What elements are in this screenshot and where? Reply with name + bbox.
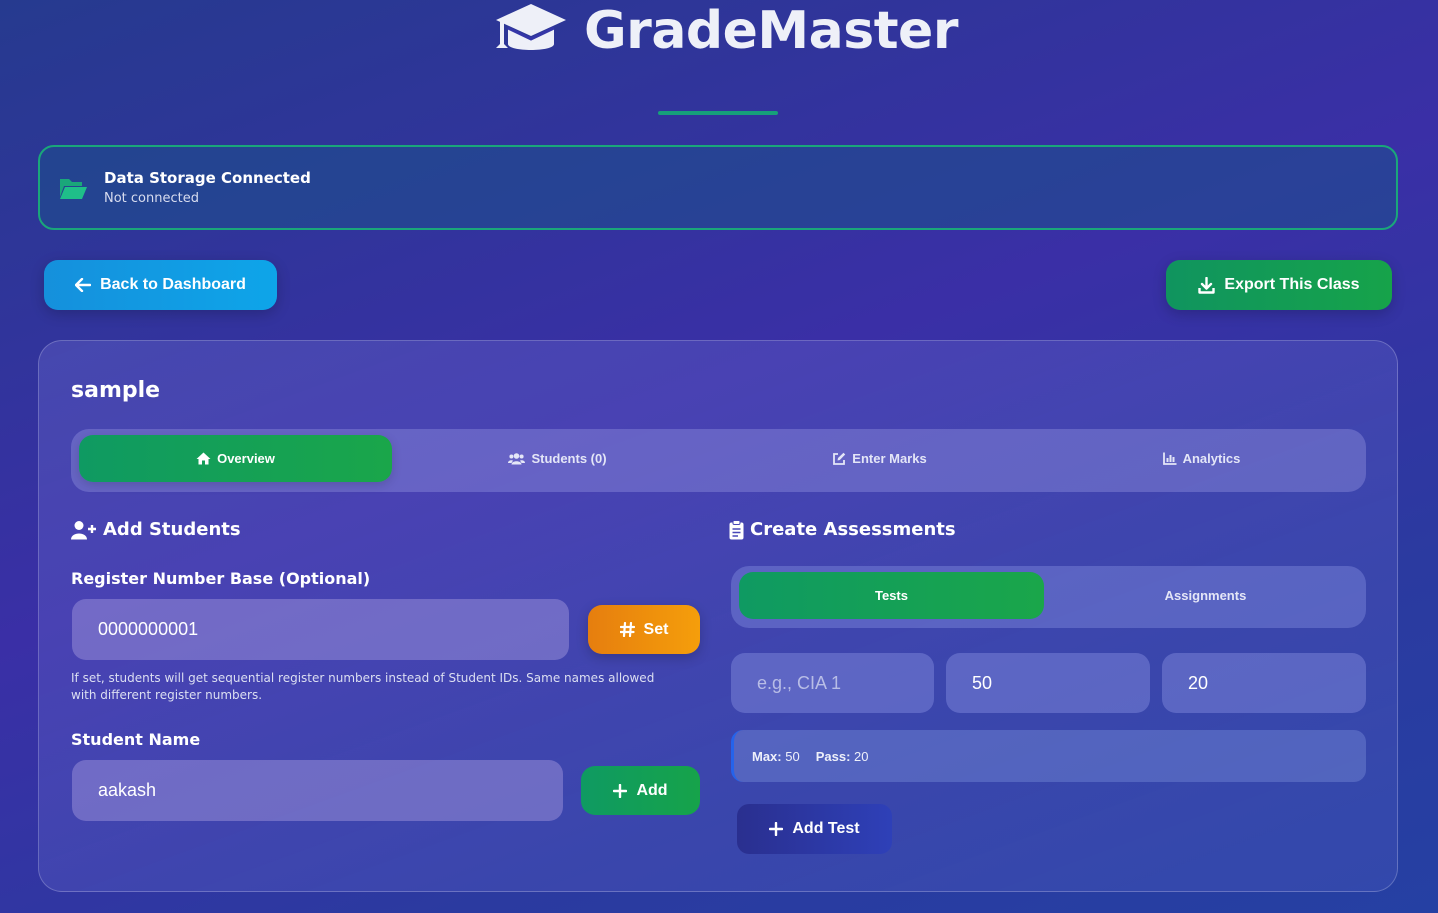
tab-label: Enter Marks <box>852 451 927 466</box>
chart-icon <box>1162 452 1177 465</box>
tab-students[interactable]: Students (0) <box>401 435 714 482</box>
add-test-button[interactable]: Add Test <box>737 804 892 854</box>
add-test-label: Add Test <box>792 820 860 837</box>
assessment-type-tabs: Tests Assignments <box>731 566 1366 628</box>
create-assessments-heading: Create Assessments <box>729 519 956 540</box>
register-base-hint: If set, students will get sequential reg… <box>71 671 655 702</box>
add-students-heading: Add Students <box>71 519 241 540</box>
logo: GradeMaster <box>494 0 958 62</box>
tab-label: Students (0) <box>531 451 607 466</box>
add-student-button[interactable]: Add <box>581 766 700 815</box>
tab-overview[interactable]: Overview <box>79 435 392 482</box>
folder-open-icon <box>58 175 104 201</box>
plus-icon <box>613 783 628 798</box>
marks-summary: Max: 50 Pass: 20 <box>731 730 1366 782</box>
graduation-cap-icon <box>494 2 568 60</box>
test-name-input[interactable] <box>731 653 934 713</box>
class-tabs: Overview Students (0) Enter Marks Analyt… <box>71 429 1366 492</box>
hashtag-icon <box>619 622 635 637</box>
plus-icon <box>769 822 784 836</box>
tab-enter-marks[interactable]: Enter Marks <box>723 435 1036 482</box>
tab-label: Overview <box>217 451 275 466</box>
register-base-input[interactable] <box>72 599 569 660</box>
app-title: GradeMaster <box>584 1 958 61</box>
pass-value: 20 <box>854 748 869 764</box>
add-button-label: Add <box>636 781 668 799</box>
class-name: sample <box>71 378 161 403</box>
user-plus-icon <box>71 520 97 540</box>
set-button-label: Set <box>643 620 669 638</box>
export-class-button[interactable]: Export This Class <box>1166 260 1392 310</box>
max-marks-input[interactable] <box>946 653 1150 713</box>
tab-assignments[interactable]: Assignments <box>1053 572 1358 619</box>
back-to-dashboard-button[interactable]: Back to Dashboard <box>44 260 277 310</box>
app-header: GradeMaster <box>0 0 1438 120</box>
users-icon <box>508 452 526 465</box>
pass-label: Pass: <box>815 748 851 764</box>
max-summary: Max: 50 <box>752 749 800 764</box>
tab-label: Analytics <box>1182 451 1241 466</box>
add-students-title: Add Students <box>103 519 241 540</box>
arrow-left-icon <box>75 278 92 292</box>
storage-status-text: Not connected <box>104 191 199 206</box>
tab-analytics[interactable]: Analytics <box>1045 435 1358 482</box>
clipboard-icon <box>729 519 744 540</box>
max-value: 50 <box>785 748 800 764</box>
storage-status-banner: Data Storage Connected Not connected <box>38 145 1398 230</box>
back-button-label: Back to Dashboard <box>100 276 246 293</box>
max-label: Max: <box>752 748 782 764</box>
home-icon <box>196 452 211 465</box>
student-name-input[interactable] <box>72 760 563 821</box>
storage-title: Data Storage Connected <box>104 169 311 187</box>
class-panel: sample Overview Students (0) Enter Marks… <box>38 340 1398 892</box>
tab-tests[interactable]: Tests <box>739 572 1044 619</box>
download-icon <box>1198 276 1216 294</box>
create-assessments-title: Create Assessments <box>750 519 956 540</box>
title-underline <box>658 111 778 115</box>
export-button-label: Export This Class <box>1224 276 1360 293</box>
set-register-button[interactable]: Set <box>588 605 700 654</box>
pass-marks-input[interactable] <box>1162 653 1366 713</box>
edit-icon <box>832 452 846 466</box>
register-base-label: Register Number Base (Optional) <box>71 569 371 588</box>
pass-summary: Pass: 20 <box>816 749 869 764</box>
student-name-label: Student Name <box>71 730 201 749</box>
